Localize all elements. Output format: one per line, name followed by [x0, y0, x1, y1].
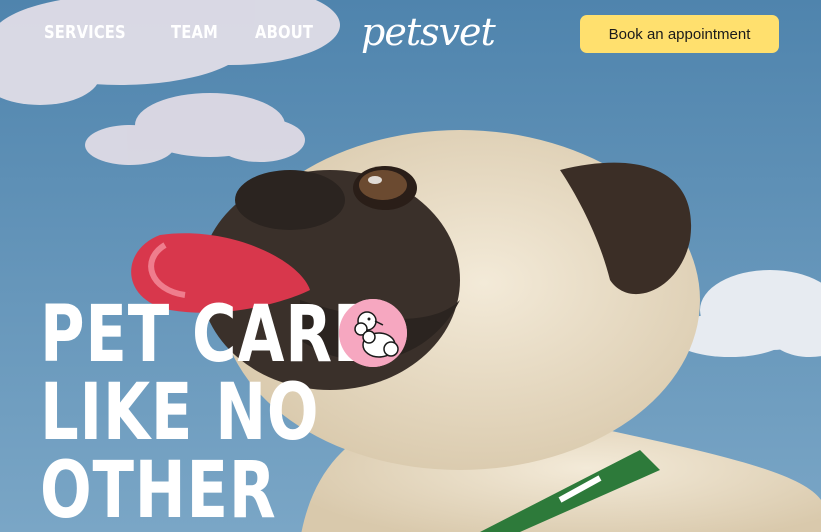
book-appointment-button[interactable]: Book an appointment [580, 15, 779, 53]
headline-line-1: PET CARE [40, 290, 376, 380]
nav-link-team[interactable]: TEAM [171, 22, 218, 43]
nav-link-about[interactable]: ABOUT [255, 22, 313, 43]
nav-link-services[interactable]: SERVICES [44, 22, 126, 43]
brand-logo[interactable]: petsvet [361, 10, 496, 54]
poodle-badge [339, 299, 407, 367]
hero-section: SERVICES TEAM ABOUT petsvet Book an appo… [0, 0, 821, 532]
headline-line-2: LIKE NO [40, 368, 320, 458]
headline-line-3: OTHER [40, 446, 277, 532]
main-nav: SERVICES TEAM ABOUT [44, 22, 326, 43]
hero-headline: PET CARE LIKE NO OTHER [40, 296, 375, 530]
poodle-icon [339, 299, 407, 367]
